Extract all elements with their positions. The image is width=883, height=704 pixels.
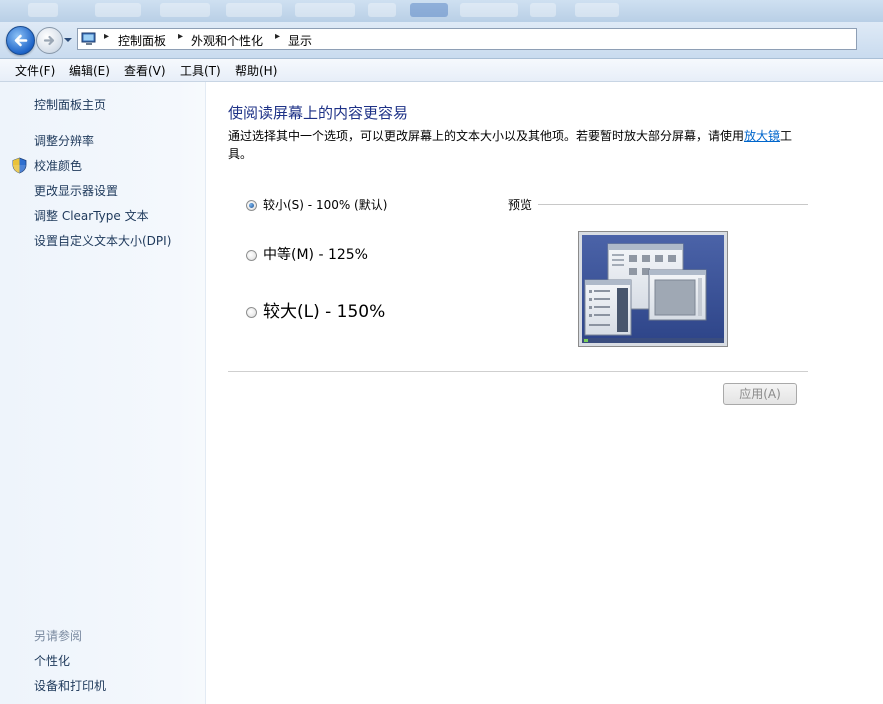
main-content: 使阅读屏幕上的内容更容易 通过选择其中一个选项，可以更改屏幕上的文本大小以及其他… bbox=[206, 82, 883, 704]
menu-bar: 文件(F) 编辑(E) 查看(V) 工具(T) 帮助(H) bbox=[0, 59, 883, 82]
desktop-preview-icon bbox=[582, 235, 724, 343]
breadcrumb-display[interactable]: 显示 bbox=[288, 32, 312, 49]
task-pane: 控制面板主页 调整分辨率 校准颜色 更改显示器设置 调整 ClearType 文… bbox=[0, 82, 206, 704]
description-text: 通过选择其中一个选项，可以更改屏幕上的文本大小以及其他项。若要暂时放大部分屏幕，… bbox=[228, 129, 745, 143]
menu-tools[interactable]: 工具(T) bbox=[180, 62, 221, 79]
navigation-bar: ▸ 控制面板 ▸ 外观和个性化 ▸ 显示 bbox=[0, 22, 883, 59]
menu-edit[interactable]: 编辑(E) bbox=[69, 62, 110, 79]
adjust-cleartype-link[interactable]: 调整 ClearType 文本 bbox=[34, 207, 149, 224]
breadcrumb-control-panel[interactable]: 控制面板 bbox=[118, 32, 166, 49]
back-button[interactable] bbox=[6, 26, 35, 55]
change-display-settings-link[interactable]: 更改显示器设置 bbox=[34, 182, 118, 199]
menu-file[interactable]: 文件(F) bbox=[15, 62, 55, 79]
calibrate-color-link[interactable]: 校准颜色 bbox=[34, 157, 82, 174]
menu-view[interactable]: 查看(V) bbox=[124, 62, 166, 79]
custom-dpi-link[interactable]: 设置自定义文本大小(DPI) bbox=[34, 232, 171, 249]
control-panel-home-link[interactable]: 控制面板主页 bbox=[34, 96, 106, 113]
option-smaller[interactable]: 较小(S) - 100% (默认) bbox=[246, 196, 387, 213]
control-panel-icon bbox=[81, 32, 96, 45]
option-medium[interactable]: 中等(M) - 125% bbox=[246, 244, 368, 264]
adjust-resolution-link[interactable]: 调整分辨率 bbox=[34, 132, 94, 149]
option-medium-label: 中等(M) - 125% bbox=[263, 247, 368, 263]
breadcrumb-separator: ▸ bbox=[104, 31, 110, 42]
page-description: 通过选择其中一个选项，可以更改屏幕上的文本大小以及其他项。若要暂时放大部分屏幕，… bbox=[228, 127, 800, 163]
preview-divider bbox=[538, 204, 808, 205]
history-dropdown-icon[interactable] bbox=[63, 36, 73, 44]
option-larger-label: 较大(L) - 150% bbox=[263, 302, 386, 322]
devices-printers-link[interactable]: 设备和打印机 bbox=[34, 677, 106, 694]
address-bar[interactable]: ▸ 控制面板 ▸ 外观和个性化 ▸ 显示 bbox=[77, 28, 857, 50]
arrow-right-icon bbox=[43, 35, 55, 46]
window-title-strip bbox=[0, 0, 883, 22]
option-smaller-label: 较小(S) - 100% (默认) bbox=[263, 198, 388, 212]
menu-help[interactable]: 帮助(H) bbox=[235, 62, 277, 79]
uac-shield-icon bbox=[12, 157, 27, 174]
magnifier-link[interactable]: 放大镜 bbox=[744, 129, 780, 143]
section-divider bbox=[228, 371, 808, 372]
preview-label: 预览 bbox=[508, 198, 533, 212]
apply-button[interactable]: 应用(A) bbox=[723, 383, 797, 405]
forward-button[interactable] bbox=[36, 27, 63, 54]
see-also-header: 另请参阅 bbox=[34, 629, 83, 643]
breadcrumb-appearance[interactable]: 外观和个性化 bbox=[191, 32, 263, 49]
radio-larger[interactable] bbox=[246, 306, 257, 318]
page-title: 使阅读屏幕上的内容更容易 bbox=[228, 104, 409, 122]
radio-medium[interactable] bbox=[246, 249, 257, 261]
radio-smaller[interactable] bbox=[246, 200, 257, 211]
breadcrumb-separator[interactable]: ▸ bbox=[178, 31, 183, 42]
option-larger[interactable]: 较大(L) - 150% bbox=[246, 297, 385, 322]
personalization-link[interactable]: 个性化 bbox=[34, 652, 70, 669]
arrow-left-icon bbox=[14, 34, 28, 47]
preview-image bbox=[578, 231, 728, 347]
breadcrumb-separator[interactable]: ▸ bbox=[275, 31, 280, 42]
